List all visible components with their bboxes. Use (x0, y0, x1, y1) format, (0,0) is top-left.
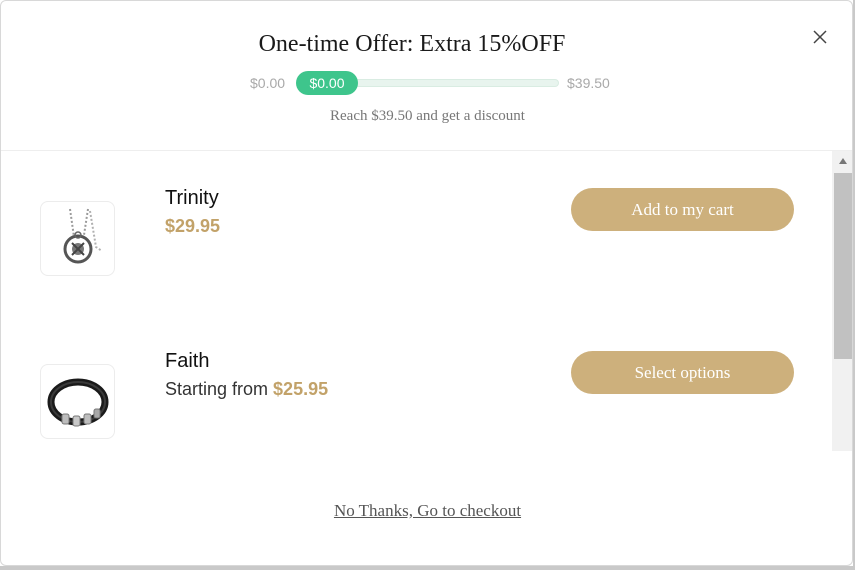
offer-title: One-time Offer: Extra 15%OFF (258, 31, 566, 57)
product-price: $25.95 (273, 379, 329, 399)
discount-progress: $0.00 $0.00 $39.50 (1, 71, 852, 95)
product-item: Faith Starting from $25.95 Select option… (1, 314, 829, 444)
scroll-up-button[interactable] (832, 151, 852, 171)
product-name[interactable]: Trinity (165, 187, 219, 210)
product-list[interactable]: Trinity $29.95 Add to my cart Faith Star… (1, 151, 852, 451)
window-edge-bottom (0, 566, 855, 570)
add-to-cart-button[interactable]: Add to my cart (571, 188, 794, 231)
product-item: Trinity $29.95 Add to my cart (1, 151, 829, 281)
upsell-modal: One-time Offer: Extra 15%OFF $0.00 $0.00… (0, 0, 853, 566)
select-options-button[interactable]: Select options (571, 351, 794, 394)
product-name[interactable]: Faith (165, 350, 209, 373)
leather-bracelet-icon (47, 378, 108, 426)
discount-hint: Reach $39.50 and get a discount (330, 108, 525, 124)
no-thanks-checkout-link[interactable]: No Thanks, Go to checkout (334, 501, 521, 520)
progress-current-badge: $0.00 (296, 71, 358, 95)
product-thumbnail[interactable] (40, 364, 115, 439)
necklace-pendant-icon (63, 208, 103, 263)
product-price: $29.95 (165, 216, 221, 236)
scroll-thumb[interactable] (834, 173, 852, 359)
decline-row: No Thanks, Go to checkout (1, 501, 852, 521)
product-list-scrollbar[interactable] (832, 151, 852, 451)
product-price-line: Starting from $25.95 (165, 379, 328, 400)
scroll-up-arrow-icon (839, 158, 847, 164)
offer-header: One-time Offer: Extra 15%OFF $0.00 $0.00… (1, 1, 852, 151)
progress-end-label: $39.50 (567, 75, 610, 91)
product-thumbnail[interactable] (40, 201, 115, 276)
progress-start-label: $0.00 (250, 75, 286, 91)
price-prefix: Starting from (165, 379, 274, 399)
